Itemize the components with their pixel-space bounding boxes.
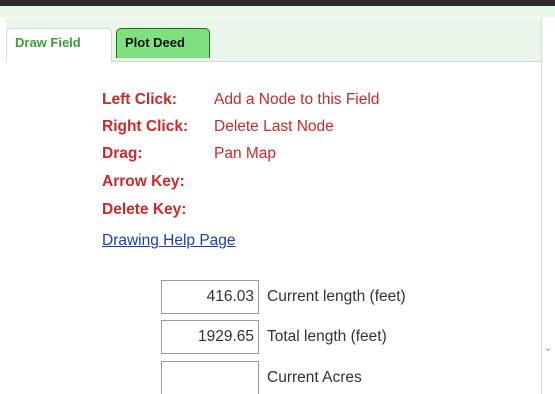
help-key: Drag: — [102, 145, 143, 162]
scroll-down-icon[interactable]: ˇ — [546, 346, 550, 361]
tab-draw-field[interactable]: Draw Field — [6, 28, 112, 62]
tab-bar: Draw Field Plot Deed — [6, 18, 541, 62]
tab-plot-deed[interactable]: Plot Deed — [116, 28, 210, 58]
tab-divider — [112, 61, 541, 62]
help-key: Left Click: — [102, 91, 177, 108]
current-length-label: Current length (feet) — [267, 288, 406, 305]
help-description: Delete Last Node — [214, 118, 334, 135]
help-description: Add a Node to this Field — [214, 91, 380, 108]
current-acres-label: Current Acres — [267, 369, 362, 386]
current-length-field[interactable]: 416.03 — [161, 280, 259, 314]
help-key: Arrow Key: — [102, 173, 185, 190]
total-length-label: Total length (feet) — [267, 328, 387, 345]
help-key: Delete Key: — [102, 201, 187, 218]
drawing-help-link[interactable]: Drawing Help Page — [102, 232, 236, 250]
help-key: Right Click: — [102, 118, 189, 135]
header-strip — [0, 6, 555, 17]
app-frame: Draw Field Plot Deed Left Click: Add a N… — [0, 0, 555, 394]
draw-field-panel: Draw Field Plot Deed Left Click: Add a N… — [6, 18, 542, 394]
total-length-field[interactable]: 1929.65 — [161, 320, 259, 354]
help-description: Pan Map — [214, 145, 277, 162]
current-acres-field[interactable] — [161, 361, 259, 394]
